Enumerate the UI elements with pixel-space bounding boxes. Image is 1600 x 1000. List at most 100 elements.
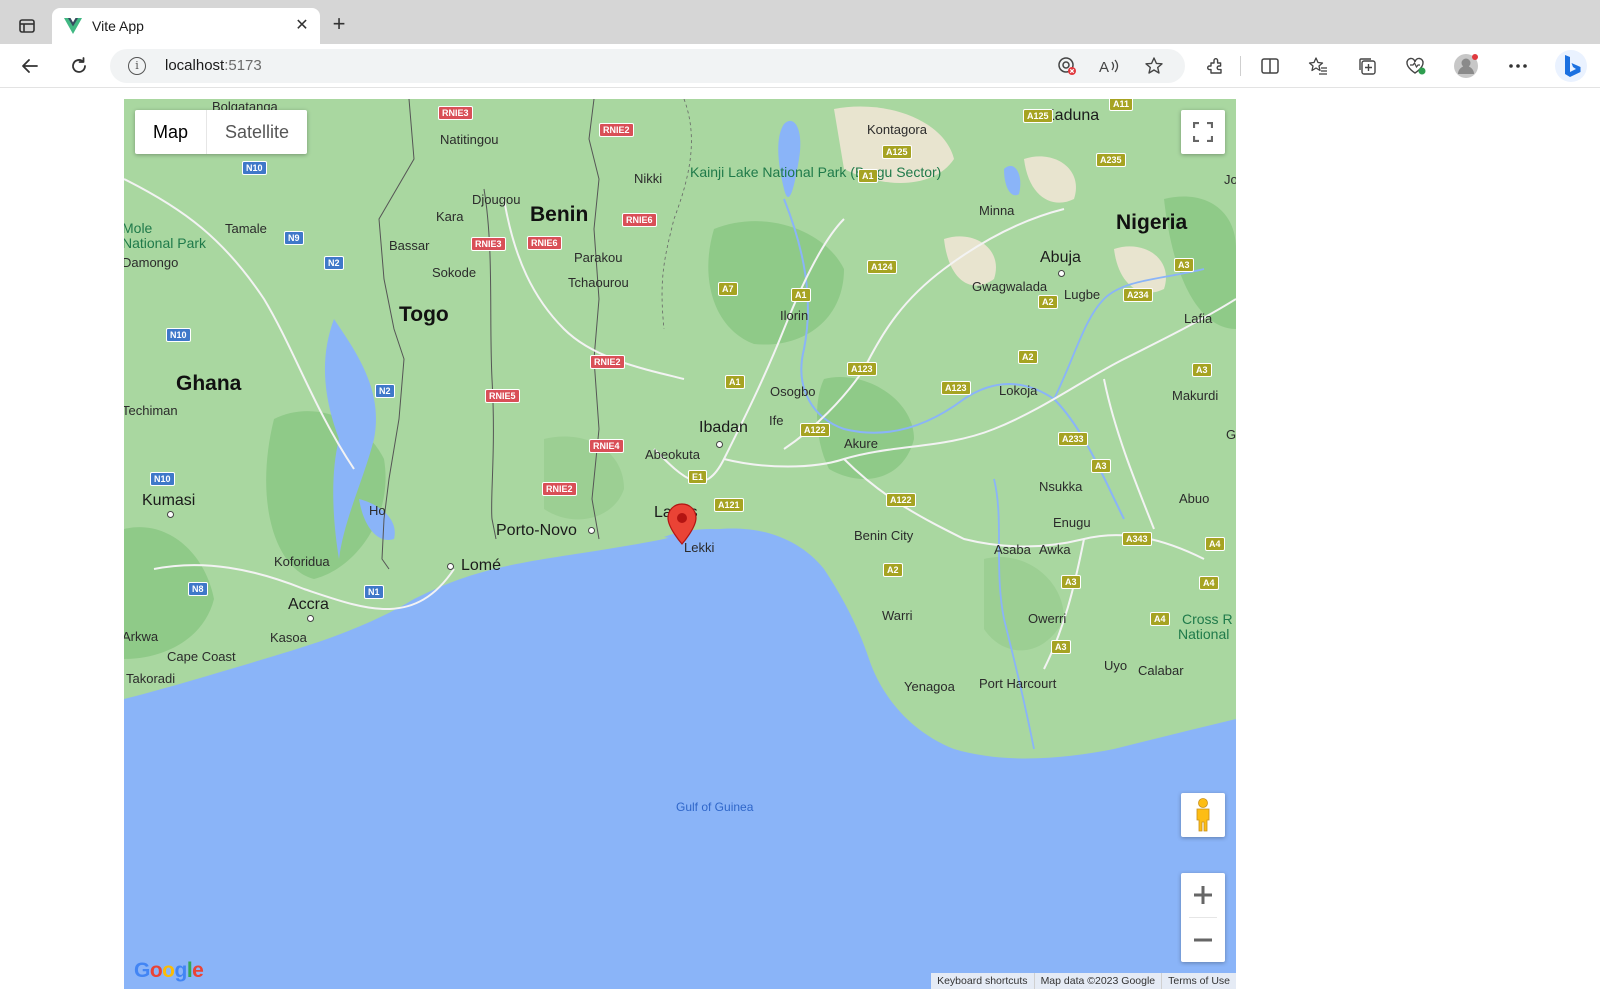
road-shield: RNIE3 xyxy=(471,237,506,251)
tracking-blocked-icon[interactable] xyxy=(1055,54,1079,78)
road-shield: A343 xyxy=(1122,532,1152,546)
road-shield: N1 xyxy=(364,585,384,599)
label-national: National xyxy=(1178,626,1230,642)
split-screen-icon[interactable] xyxy=(1256,52,1284,80)
kumasi-dot xyxy=(167,511,174,518)
label-jo: Jo xyxy=(1224,172,1236,187)
label-warri: Warri xyxy=(882,608,913,623)
toolbar-separator xyxy=(1240,56,1241,76)
site-info-icon[interactable]: i xyxy=(128,57,146,75)
tab-strip: Vite App ✕ + xyxy=(0,0,1600,44)
label-owerri: Owerri xyxy=(1028,611,1067,626)
road-shield: A233 xyxy=(1058,432,1088,446)
label-togo: Togo xyxy=(399,303,449,326)
road-shield: A1 xyxy=(791,288,811,302)
map-type-control: Map Satellite xyxy=(135,110,308,154)
label-ghana: Ghana xyxy=(176,372,242,395)
label-abeokuta: Abeokuta xyxy=(645,447,700,462)
vue-logo-icon xyxy=(64,18,82,34)
favorites-icon[interactable] xyxy=(1304,52,1332,80)
road-shield: RNIE2 xyxy=(599,123,634,137)
profile-avatar-icon[interactable] xyxy=(1452,52,1480,80)
road-shield: N10 xyxy=(166,328,191,342)
road-shield: A3 xyxy=(1174,258,1194,272)
road-shield: A3 xyxy=(1091,459,1111,473)
tab-actions-icon[interactable] xyxy=(12,12,42,40)
back-icon[interactable] xyxy=(16,52,44,80)
terms-of-use-link[interactable]: Terms of Use xyxy=(1161,973,1236,989)
street-view-pegman-icon[interactable] xyxy=(1181,793,1225,837)
label-lome: Lomé xyxy=(461,557,502,574)
label-abuo: Abuo xyxy=(1179,491,1210,506)
label-ife: Ife xyxy=(769,413,784,428)
google-logo[interactable]: Google xyxy=(134,959,204,983)
road-shield: A2 xyxy=(1038,295,1058,309)
road-shield: A3 xyxy=(1051,640,1071,654)
road-shield: RNIE3 xyxy=(438,106,473,120)
browser-essentials-icon[interactable] xyxy=(1402,52,1430,80)
label-takoradi: Takoradi xyxy=(126,671,176,686)
favorite-star-icon[interactable] xyxy=(1142,54,1166,78)
label-tchaourou: Tchaourou xyxy=(568,275,629,290)
road-shield: A4 xyxy=(1150,612,1170,626)
extensions-icon[interactable] xyxy=(1202,52,1230,80)
road-shield: A3 xyxy=(1061,575,1081,589)
label-techiman: Techiman xyxy=(124,403,178,418)
road-shield: A3 xyxy=(1192,363,1212,377)
label-asaba: Asaba xyxy=(994,542,1031,557)
road-shield: E1 xyxy=(688,470,708,484)
label-kainji-park: Kainji Lake National Park (Borgu Sector) xyxy=(690,164,942,180)
more-menu-icon[interactable] xyxy=(1504,52,1532,80)
road-shield: A121 xyxy=(714,498,744,512)
road-shield: RNIE2 xyxy=(542,482,577,496)
label-awka: Awka xyxy=(1039,542,1071,557)
road-shield: A235 xyxy=(1096,153,1126,167)
label-porto-novo: Porto-Novo xyxy=(496,522,577,539)
abuja-dot xyxy=(1058,270,1065,277)
road-shield: RNIE2 xyxy=(590,355,625,369)
map-type-map-button[interactable]: Map xyxy=(135,110,208,154)
label-sokode: Sokode xyxy=(432,265,477,280)
label-cape-coast: Cape Coast xyxy=(167,649,236,664)
browser-tab[interactable]: Vite App ✕ xyxy=(52,8,320,44)
fullscreen-icon[interactable] xyxy=(1181,110,1225,154)
label-mole: Mole xyxy=(124,220,153,236)
map-attribution: Keyboard shortcuts Map data ©2023 Google… xyxy=(931,973,1236,989)
label-minna: Minna xyxy=(979,203,1015,218)
browser-toolbar: i localhost:5173 A xyxy=(0,44,1600,88)
road-shield: RNIE5 xyxy=(485,389,520,403)
bing-copilot-icon[interactable] xyxy=(1553,48,1589,84)
close-tab-icon[interactable]: ✕ xyxy=(292,16,312,36)
label-lafia: Lafia xyxy=(1184,311,1213,326)
road-shield: A4 xyxy=(1205,537,1225,551)
label-nsukka: Nsukka xyxy=(1039,479,1083,494)
road-shield: RNIE6 xyxy=(622,213,657,227)
google-map[interactable]: Benin Nigeria Togo Ghana Kaduna Abuja Ib… xyxy=(124,99,1236,989)
road-shield: A123 xyxy=(941,381,971,395)
label-tamale: Tamale xyxy=(225,221,267,236)
zoom-in-icon[interactable] xyxy=(1181,873,1225,917)
refresh-icon[interactable] xyxy=(65,52,93,80)
label-national-park: National Park xyxy=(124,235,207,251)
keyboard-shortcuts-link[interactable]: Keyboard shortcuts xyxy=(931,973,1033,989)
svg-text:A: A xyxy=(1099,59,1109,75)
collections-icon[interactable] xyxy=(1353,52,1381,80)
read-aloud-icon[interactable]: A xyxy=(1097,54,1121,78)
label-arkwa: Arkwa xyxy=(124,629,159,644)
road-shield: A1 xyxy=(858,169,878,183)
new-tab-icon[interactable]: + xyxy=(328,13,350,36)
road-shield: N2 xyxy=(375,384,395,398)
map-type-satellite-button[interactable]: Satellite xyxy=(207,110,307,154)
label-benin: Benin xyxy=(530,203,589,226)
road-shield: A2 xyxy=(1018,350,1038,364)
label-nikki: Nikki xyxy=(634,171,663,186)
url-text[interactable]: localhost:5173 xyxy=(165,57,262,74)
road-shield: N10 xyxy=(150,472,175,486)
location-marker[interactable] xyxy=(667,503,697,545)
zoom-out-icon[interactable] xyxy=(1181,918,1225,962)
address-bar[interactable]: i localhost:5173 A xyxy=(110,49,1185,83)
label-ilorin: Ilorin xyxy=(780,308,809,323)
label-gulf-of-guinea: Gulf of Guinea xyxy=(676,800,754,814)
label-port-harcourt: Port Harcourt xyxy=(979,676,1057,691)
zoom-control xyxy=(1181,873,1225,962)
